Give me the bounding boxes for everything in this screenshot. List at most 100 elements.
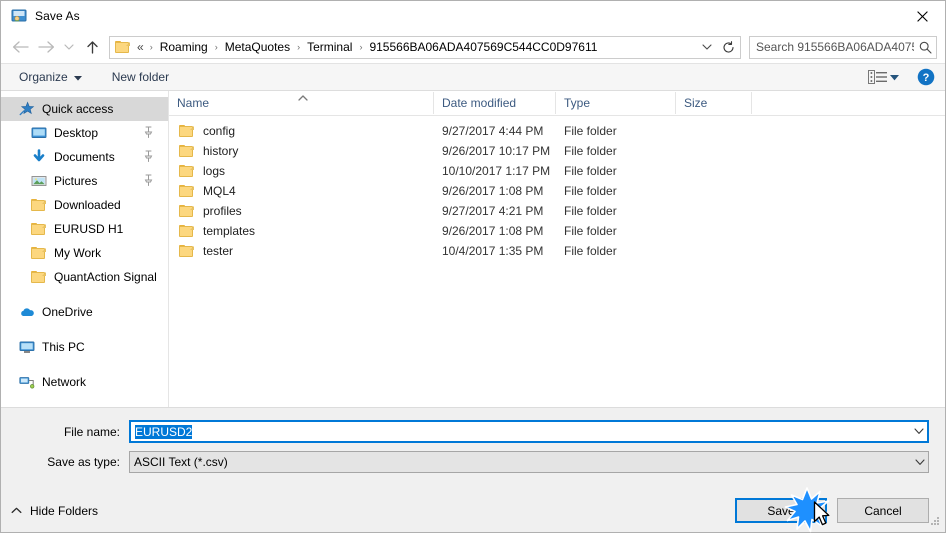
hide-folders-label: Hide Folders	[30, 503, 99, 518]
breadcrumb-item-terminal[interactable]: Terminal	[304, 38, 355, 56]
view-options-icon[interactable]	[868, 70, 887, 84]
save-as-type-select[interactable]: ASCII Text (*.csv)	[129, 451, 929, 473]
recent-locations-chevron-down-icon[interactable]	[59, 34, 79, 60]
table-row[interactable]: config 9/27/2017 4:44 PM File folder	[169, 121, 945, 141]
file-name-chevron-down-icon[interactable]	[910, 428, 927, 435]
sidebar-item-label: My Work	[54, 246, 102, 260]
sidebar-item-label: OneDrive	[42, 305, 93, 319]
file-type-cell: File folder	[564, 144, 617, 158]
save-as-type-row: Save as type: ASCII Text (*.csv)	[17, 451, 929, 473]
search-input[interactable]: Search 915566BA06ADA40756...	[749, 35, 937, 59]
breadcrumb-separator: ›	[359, 42, 363, 52]
pin-icon[interactable]	[143, 174, 154, 189]
breadcrumb-overflow[interactable]: «	[135, 38, 146, 56]
view-chevron-down-icon[interactable]	[890, 70, 899, 84]
table-row[interactable]: logs 10/10/2017 1:17 PM File folder	[169, 161, 945, 181]
column-header-size[interactable]: Size	[676, 92, 752, 114]
folder-icon	[179, 204, 195, 218]
file-date-cell: 9/26/2017 1:08 PM	[442, 224, 544, 238]
address-bar[interactable]: « › Roaming › MetaQuotes › Terminal › 91…	[109, 35, 718, 59]
address-chevron-down-icon[interactable]	[697, 37, 717, 58]
organize-label: Organize	[19, 70, 68, 84]
folder-icon	[31, 221, 47, 237]
file-date-cell: 10/4/2017 1:35 PM	[442, 244, 544, 258]
file-name-text: config	[203, 124, 236, 138]
chevron-up-icon	[11, 507, 22, 514]
table-row[interactable]: templates 9/26/2017 1:08 PM File folder	[169, 221, 945, 241]
organize-button[interactable]: Organize	[15, 68, 86, 86]
folder-icon	[179, 224, 195, 238]
sidebar-item-network[interactable]: Network	[1, 370, 168, 394]
cancel-button[interactable]: Cancel	[837, 498, 929, 523]
navigation-sidebar: Quick access Desktop Documents Pictures …	[1, 91, 169, 407]
file-name-cell: MQL4	[169, 184, 434, 198]
sidebar-item-desktop[interactable]: Desktop	[1, 121, 168, 145]
forward-arrow-icon[interactable]	[33, 34, 59, 60]
sidebar-item-quantaction-signal[interactable]: QuantAction Signal	[1, 265, 168, 289]
back-arrow-icon[interactable]	[7, 34, 33, 60]
up-one-level-arrow-icon[interactable]	[79, 34, 105, 60]
help-icon[interactable]: ?	[917, 68, 935, 86]
refresh-icon[interactable]	[717, 35, 741, 59]
pin-icon[interactable]	[143, 150, 154, 165]
save-as-icon	[11, 8, 27, 24]
sidebar-item-quick-access[interactable]: Quick access	[1, 97, 168, 121]
sidebar-item-documents[interactable]: Documents	[1, 145, 168, 169]
new-folder-button[interactable]: New folder	[108, 68, 173, 86]
save-as-type-chevron-down-icon[interactable]	[911, 458, 928, 466]
file-name-input[interactable]: EURUSD2	[129, 420, 929, 443]
search-icon[interactable]	[914, 41, 936, 54]
save-as-dialog: Save As « › Roaming › MetaQuotes › Termi…	[0, 0, 946, 533]
file-date-cell: 9/26/2017 10:17 PM	[442, 144, 551, 158]
breadcrumb-separator: ›	[149, 42, 153, 52]
column-header-date-modified[interactable]: Date modified	[434, 92, 556, 114]
file-name-cell: history	[169, 144, 434, 158]
folder-icon	[179, 244, 195, 258]
breadcrumb-item-metaquotes[interactable]: MetaQuotes	[222, 38, 293, 56]
table-row[interactable]: history 9/26/2017 10:17 PM File folder	[169, 141, 945, 161]
file-type-cell: File folder	[564, 204, 617, 218]
sidebar-item-pictures[interactable]: Pictures	[1, 169, 168, 193]
file-name-row: File name: EURUSD2	[17, 420, 929, 443]
hide-folders-button[interactable]: Hide Folders	[11, 504, 98, 518]
sidebar-item-my-work[interactable]: My Work	[1, 241, 168, 265]
file-name-cell: logs	[169, 164, 434, 178]
table-row[interactable]: tester 10/4/2017 1:35 PM File folder	[169, 241, 945, 261]
close-button[interactable]	[899, 1, 945, 31]
table-row[interactable]: MQL4 9/26/2017 1:08 PM File folder	[169, 181, 945, 201]
breadcrumb-item-roaming[interactable]: Roaming	[157, 38, 211, 56]
quick-access-star-icon	[19, 101, 35, 117]
pin-icon[interactable]	[143, 126, 154, 141]
sidebar-item-eurusd-h1[interactable]: EURUSD H1	[1, 217, 168, 241]
search-placeholder: Search 915566BA06ADA40756...	[756, 40, 914, 54]
table-row[interactable]: profiles 9/27/2017 4:21 PM File folder	[169, 201, 945, 221]
file-name-text: MQL4	[203, 184, 236, 198]
breadcrumb: « › Roaming › MetaQuotes › Terminal › 91…	[135, 38, 697, 56]
column-header-type[interactable]: Type	[556, 92, 676, 114]
this-pc-icon	[19, 339, 35, 355]
sidebar-item-onedrive[interactable]: OneDrive	[1, 300, 168, 324]
new-folder-label: New folder	[111, 70, 170, 84]
sidebar-item-downloaded[interactable]: Downloaded	[1, 193, 168, 217]
resize-grip-icon[interactable]	[929, 515, 941, 530]
sidebar-item-label: EURUSD H1	[54, 222, 124, 236]
file-name-cell: templates	[169, 224, 434, 238]
file-name-cell: profiles	[169, 204, 434, 218]
sidebar-item-this-pc[interactable]: This PC	[1, 335, 168, 359]
navigation-bar: « › Roaming › MetaQuotes › Terminal › 91…	[1, 31, 945, 63]
file-type-cell: File folder	[564, 224, 617, 238]
save-button[interactable]: Save	[735, 498, 827, 523]
pictures-icon	[31, 173, 47, 189]
file-name-cell: tester	[169, 244, 434, 258]
file-date-cell: 9/26/2017 1:08 PM	[442, 184, 544, 198]
file-name-cell: config	[169, 124, 434, 138]
title-bar: Save As	[1, 1, 945, 31]
breadcrumb-item-terminal-id[interactable]: 915566BA06ADA407569C544CC0D97611	[366, 38, 600, 56]
dialog-body: Quick access Desktop Documents Pictures …	[1, 91, 945, 407]
file-type-cell: File folder	[564, 164, 617, 178]
file-list: Name Date modified Type Size config 9/27…	[169, 91, 945, 407]
file-name-text: profiles	[203, 204, 242, 218]
sidebar-item-label: Network	[42, 375, 87, 389]
